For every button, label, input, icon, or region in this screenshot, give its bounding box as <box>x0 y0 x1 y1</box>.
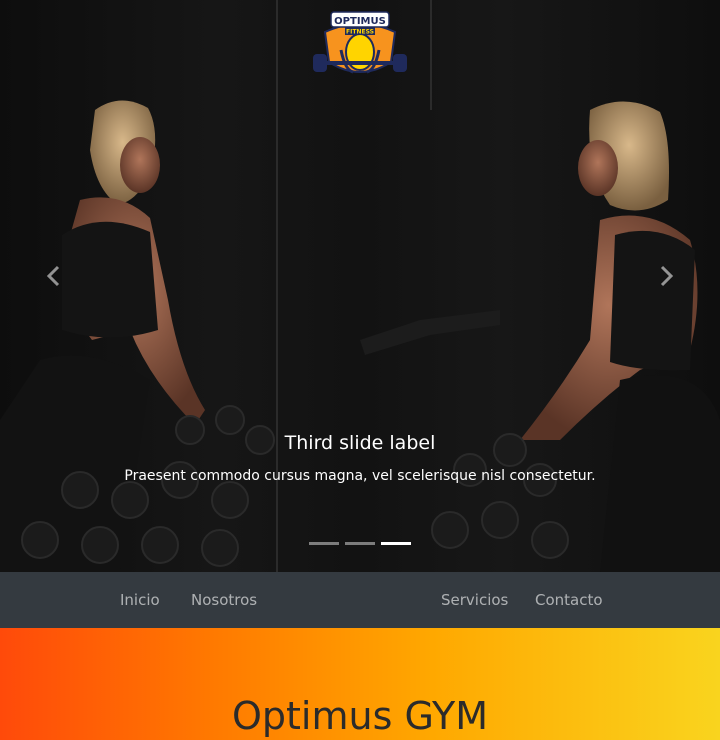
caption-title: Third slide label <box>284 432 436 454</box>
carousel-caption: Third slide label Praesent commodo cursu… <box>0 432 720 484</box>
image-carousel: OPTIMUS FITNESS Third slide label Praese… <box>0 0 720 572</box>
caption-text: Praesent commodo cursus magna, vel scele… <box>124 468 596 484</box>
chevron-left-icon <box>46 265 60 287</box>
svg-text:FITNESS: FITNESS <box>346 29 374 36</box>
chevron-right-icon <box>660 265 674 287</box>
carousel-indicator-3[interactable] <box>381 542 411 545</box>
carousel-prev-button[interactable] <box>40 262 68 290</box>
main-navbar: Inicio Nosotros Servicios Contacto <box>0 572 720 628</box>
hero-title: Optimus GYM <box>231 694 489 738</box>
left-figure <box>0 100 205 572</box>
carousel-indicators <box>0 542 720 545</box>
carousel-next-button[interactable] <box>652 262 680 290</box>
gym-photo <box>0 0 720 572</box>
nav-link-inicio[interactable]: Inicio <box>120 591 160 609</box>
carousel-indicator-2[interactable] <box>345 542 375 545</box>
nav-link-contacto[interactable]: Contacto <box>535 591 603 609</box>
right-figure <box>520 101 720 572</box>
optimus-fitness-logo: OPTIMUS FITNESS <box>313 11 407 74</box>
carousel-indicator-1[interactable] <box>309 542 339 545</box>
svg-text:OPTIMUS: OPTIMUS <box>334 16 386 27</box>
hero-section: Optimus GYM <box>0 628 720 740</box>
nav-link-nosotros[interactable]: Nosotros <box>191 591 257 609</box>
nav-link-servicios[interactable]: Servicios <box>441 591 508 609</box>
